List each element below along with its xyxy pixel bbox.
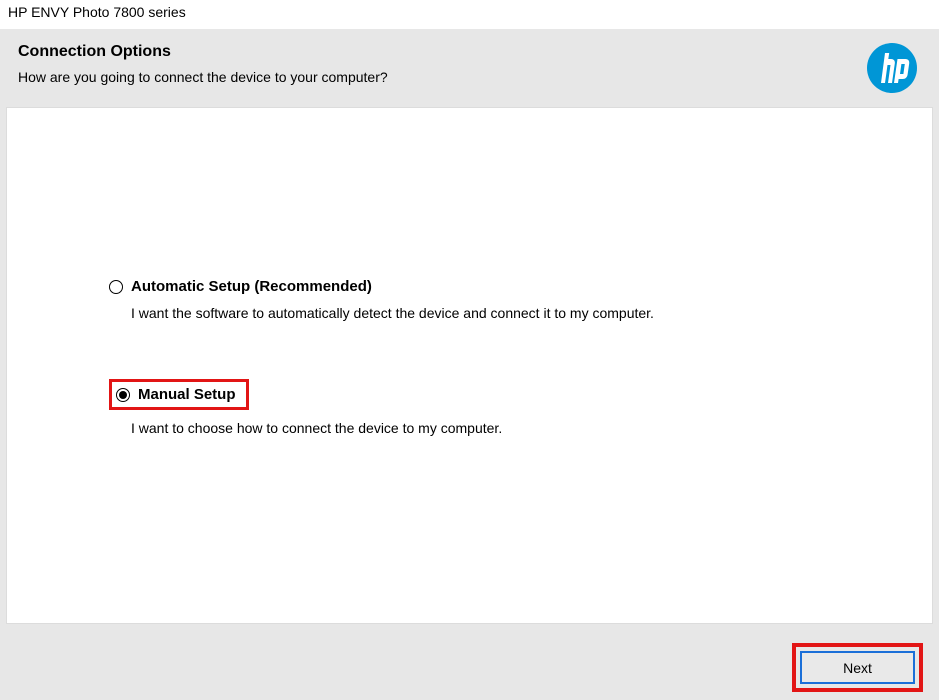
option-automatic: Automatic Setup (Recommended) I want the…: [109, 278, 932, 321]
hp-logo-icon: [867, 43, 917, 93]
footer: Next: [0, 630, 939, 700]
window-title: HP ENVY Photo 7800 series: [0, 0, 939, 29]
highlight-manual: Manual Setup: [109, 379, 249, 410]
option-manual: Manual Setup I want to choose how to con…: [109, 379, 932, 436]
header: Connection Options How are you going to …: [0, 29, 939, 107]
content-outer: Automatic Setup (Recommended) I want the…: [0, 107, 939, 700]
radio-manual[interactable]: [116, 388, 130, 402]
highlight-next: Next: [792, 643, 923, 692]
option-manual-label: Manual Setup: [138, 386, 236, 403]
page-subtitle: How are you going to connect the device …: [18, 69, 921, 85]
option-automatic-label: Automatic Setup (Recommended): [131, 278, 372, 295]
radio-automatic[interactable]: [109, 280, 123, 294]
option-manual-description: I want to choose how to connect the devi…: [131, 420, 932, 436]
next-button[interactable]: Next: [800, 651, 915, 684]
page-title: Connection Options: [18, 43, 921, 61]
content-panel: Automatic Setup (Recommended) I want the…: [6, 107, 933, 624]
option-automatic-description: I want the software to automatically det…: [131, 305, 932, 321]
